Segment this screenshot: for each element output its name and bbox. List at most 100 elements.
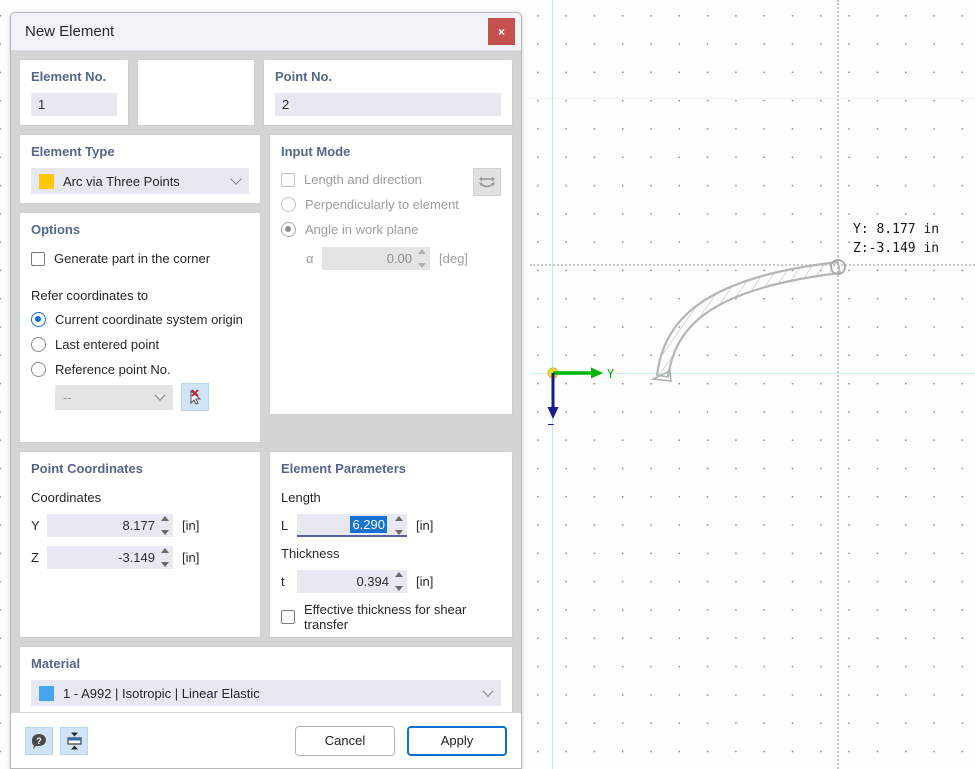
input-mode-length-direction: Length and direction <box>281 172 501 187</box>
cancel-button[interactable]: Cancel <box>295 726 395 756</box>
alpha-spinner <box>416 249 427 268</box>
coordinate-y-input[interactable] <box>47 514 173 537</box>
coordinate-z-spinner[interactable] <box>159 548 170 567</box>
input-mode-perpendicular: Perpendicularly to element <box>281 197 501 212</box>
pick-point-cursor-icon[interactable] <box>181 383 209 411</box>
length-unit: [in] <box>416 518 433 533</box>
length-symbol: L <box>281 518 297 533</box>
arc-element-geometry <box>640 245 860 390</box>
length-value: 6.290 <box>350 516 387 533</box>
length-direction-label: Length and direction <box>304 172 422 187</box>
angle-workplane-radio <box>281 222 296 237</box>
radio-reference-point-label: Reference point No. <box>55 362 171 377</box>
point-no-input[interactable] <box>275 93 501 116</box>
reference-point-dropdown[interactable]: -- <box>55 385 173 410</box>
thickness-symbol: t <box>281 574 297 589</box>
coordinate-y-unit: [in] <box>182 518 199 533</box>
point-no-panel: Point No. <box>263 59 513 126</box>
effective-thickness-label: Effective thickness for shear transfer <box>304 602 501 632</box>
options-panel: Options Generate part in the corner Refe… <box>19 212 261 443</box>
material-value: 1 - A992 | Isotropic | Linear Elastic <box>63 686 260 701</box>
options-title: Options <box>31 222 249 237</box>
close-button[interactable]: × <box>488 18 515 45</box>
radio-last-point-button[interactable] <box>31 337 46 352</box>
point-no-title: Point No. <box>275 69 501 84</box>
viewport-faint-gridline <box>530 98 975 99</box>
new-element-dialog: New Element × Element No. Point No. Elem… <box>10 12 522 769</box>
length-spinner[interactable] <box>393 516 404 535</box>
dialog-titlebar[interactable]: New Element × <box>11 13 521 51</box>
element-type-dropdown[interactable]: Arc via Three Points <box>31 168 249 194</box>
coordinate-readout-y: Y: 8.177 in <box>853 222 939 237</box>
coordinate-row-y: Y [in] <box>31 514 249 537</box>
coordinate-row-z: Z [in] <box>31 546 249 569</box>
dialog-title: New Element <box>25 23 114 40</box>
angle-workplane-label: Angle in work plane <box>305 222 418 237</box>
element-type-title: Element Type <box>31 144 249 159</box>
element-parameters-panel: Element Parameters Length L 6.290 [in] T… <box>269 451 513 638</box>
reference-point-value: -- <box>63 390 72 405</box>
coordinate-readout-z: Z:-3.149 in <box>853 241 939 256</box>
radio-reference-point[interactable]: Reference point No. <box>31 362 249 377</box>
help-icon[interactable]: ? <box>25 727 53 755</box>
chevron-down-icon <box>482 686 493 697</box>
thickness-row: t [in] <box>281 570 501 593</box>
generate-part-checkbox[interactable] <box>31 252 45 266</box>
material-color-swatch <box>39 686 54 701</box>
perpendicular-label: Perpendicularly to element <box>305 197 459 212</box>
blank-panel <box>137 59 255 126</box>
radio-current-origin-button[interactable] <box>31 312 46 327</box>
length-input[interactable]: 6.290 <box>297 514 407 537</box>
generate-part-row[interactable]: Generate part in the corner <box>31 251 249 266</box>
length-direction-checkbox <box>281 173 295 187</box>
chevron-down-icon <box>154 390 165 401</box>
input-mode-angle-workplane: Angle in work plane <box>281 222 501 237</box>
generate-part-label: Generate part in the corner <box>54 251 210 266</box>
thickness-spinner[interactable] <box>393 572 404 591</box>
thickness-input[interactable] <box>297 570 407 593</box>
chevron-down-icon <box>230 174 241 185</box>
refer-coordinates-label: Refer coordinates to <box>31 288 249 303</box>
svg-text:?: ? <box>36 736 42 746</box>
apply-button[interactable]: Apply <box>407 726 507 756</box>
radio-current-origin-label: Current coordinate system origin <box>55 312 243 327</box>
input-mode-title: Input Mode <box>281 144 501 159</box>
svg-text:Y: Y <box>607 367 615 381</box>
coordinates-subtitle: Coordinates <box>31 490 249 505</box>
coordinate-y-spinner[interactable] <box>159 516 170 535</box>
radio-last-point[interactable]: Last entered point <box>31 337 249 352</box>
coordinate-y-label: Y <box>31 518 47 533</box>
axis-triad: Y Z <box>545 365 625 425</box>
effective-thickness-row[interactable]: Effective thickness for shear transfer <box>281 602 501 632</box>
length-row: L 6.290 [in] <box>281 514 501 537</box>
radio-reference-point-button[interactable] <box>31 362 46 377</box>
identifiers-row: Element No. Point No. <box>19 59 513 126</box>
element-no-input[interactable] <box>31 93 117 116</box>
alpha-unit: [deg] <box>439 251 468 266</box>
coordinate-z-input[interactable] <box>47 546 173 569</box>
material-title: Material <box>31 656 501 671</box>
element-type-panel: Element Type Arc via Three Points <box>19 134 261 204</box>
alpha-symbol: α <box>306 251 322 266</box>
length-label: Length <box>281 490 501 505</box>
perpendicular-radio <box>281 197 296 212</box>
element-no-title: Element No. <box>31 69 117 84</box>
element-no-panel: Element No. <box>19 59 129 126</box>
svg-text:Z: Z <box>547 422 554 425</box>
coordinate-z-unit: [in] <box>182 550 199 565</box>
fit-dialog-icon[interactable] <box>60 727 88 755</box>
thickness-label: Thickness <box>281 546 501 561</box>
element-type-value: Arc via Three Points <box>63 174 180 189</box>
thickness-unit: [in] <box>416 574 433 589</box>
radio-last-point-label: Last entered point <box>55 337 159 352</box>
material-dropdown[interactable]: 1 - A992 | Isotropic | Linear Elastic <box>31 680 501 706</box>
coordinate-z-label: Z <box>31 550 47 565</box>
effective-thickness-checkbox[interactable] <box>281 610 295 624</box>
input-mode-panel: Input Mode Length and di <box>269 134 513 415</box>
alpha-input <box>322 247 430 270</box>
radio-current-origin[interactable]: Current coordinate system origin <box>31 312 249 327</box>
element-type-color-swatch <box>39 174 54 189</box>
coordinate-readout: Y: 8.177 in Z:-3.149 in <box>853 220 939 258</box>
element-parameters-title: Element Parameters <box>281 461 501 476</box>
point-coordinates-title: Point Coordinates <box>31 461 249 476</box>
